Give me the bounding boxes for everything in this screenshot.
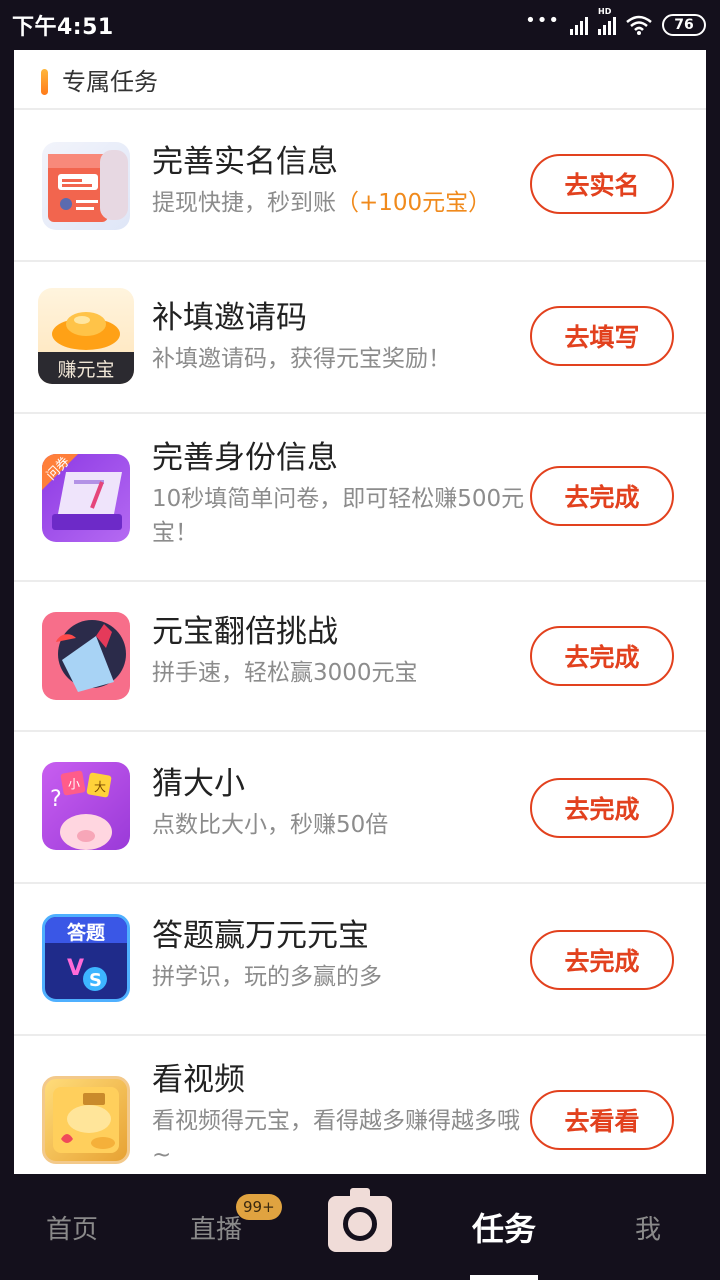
pig-dice-icon: ? 小 大 <box>42 762 130 850</box>
more-dots-icon: ••• <box>525 10 560 31</box>
task-bonus: （+100元宝） <box>336 190 492 216</box>
task-desc: 提现快捷，秒到账（+100元宝） <box>152 186 532 220</box>
section-title: 专属任务 <box>62 67 158 96</box>
task-desc: 点数比大小，秒赚50倍 <box>152 812 389 838</box>
nav-item-home[interactable]: 首页 <box>12 1174 132 1280</box>
id-card-icon <box>42 142 130 230</box>
quiz-vs-icon: V S 答题 <box>42 914 130 1002</box>
nav-item-live[interactable]: 直播 <box>156 1174 276 1280</box>
go-complete-guess-button[interactable]: 去完成 <box>530 778 674 838</box>
fruit-slice-icon <box>42 612 130 700</box>
task-desc: 拼学识，玩的多赢的多 <box>152 964 382 990</box>
task-title: 补填邀请码 <box>152 300 307 336</box>
go-real-name-button[interactable]: 去实名 <box>530 154 674 214</box>
task-item-video: 看视频 看视频得元宝，看得越多赚得越多哦~ 去看看 <box>14 1036 706 1174</box>
task-desc: 补填邀请码，获得元宝奖励！ <box>152 346 451 372</box>
task-title: 看视频 <box>152 1062 245 1098</box>
task-desc: 看视频得元宝，看得越多赚得越多哦~ <box>152 1108 520 1168</box>
icon-caption-small: 小 <box>68 777 81 791</box>
section-accent-bar <box>41 69 48 95</box>
task-item-guess-size: ? 小 大 猜大小 点数比大小，秒赚50倍 去完成 <box>14 732 706 884</box>
task-desc: 10秒填简单问卷，即可轻松赚500元宝！ <box>152 486 525 546</box>
task-text: 完善身份信息 10秒填简单问卷，即可轻松赚500元宝！ <box>152 438 532 550</box>
go-complete-quiz-button[interactable]: 去完成 <box>530 930 674 990</box>
task-item-invite-code: 赚元宝 补填邀请码 补填邀请码，获得元宝奖励！ 去填写 <box>14 262 706 414</box>
svg-text:V: V <box>67 956 84 981</box>
icon-caption-big: 大 <box>94 780 107 794</box>
task-desc-text: 提现快捷，秒到账 <box>152 190 336 216</box>
live-count-badge: 99+ <box>236 1194 282 1220</box>
task-title: 完善身份信息 <box>152 440 338 476</box>
go-watch-button[interactable]: 去看看 <box>530 1090 674 1150</box>
task-title: 答题赢万元元宝 <box>152 918 369 954</box>
camera-icon <box>343 1207 377 1241</box>
nav-item-tasks[interactable]: 任务 <box>444 1174 564 1280</box>
task-text: 答题赢万元元宝 拼学识，玩的多赢的多 <box>152 916 532 994</box>
section-header: 专属任务 <box>14 50 706 110</box>
nav-label: 我 <box>634 1214 661 1245</box>
task-title: 猜大小 <box>152 766 245 802</box>
svg-text:S: S <box>89 970 102 991</box>
nav-label: 任务 <box>471 1210 536 1248</box>
questionnaire-icon: 问券 <box>42 454 130 542</box>
active-tab-indicator <box>470 1275 538 1280</box>
task-text: 猜大小 点数比大小，秒赚50倍 <box>152 764 532 842</box>
gold-ingot-icon: 赚元宝 <box>38 288 134 384</box>
video-reward-icon <box>42 1076 130 1164</box>
nav-label: 直播 <box>189 1214 242 1245</box>
go-fill-button[interactable]: 去填写 <box>530 306 674 366</box>
task-title: 完善实名信息 <box>152 144 338 180</box>
nav-label: 首页 <box>45 1214 98 1245</box>
hd-label: HD <box>598 7 612 16</box>
go-complete-challenge-button[interactable]: 去完成 <box>530 626 674 686</box>
status-bar: 下午4:51 ••• HD 76 <box>0 0 720 50</box>
go-complete-identity-button[interactable]: 去完成 <box>530 466 674 526</box>
hd-signal-icon: HD <box>598 7 616 35</box>
task-desc: 拼手速，轻松赢3000元宝 <box>152 660 418 686</box>
task-title: 元宝翻倍挑战 <box>152 614 338 650</box>
nav-item-me[interactable]: 我 <box>588 1174 708 1280</box>
camera-button[interactable] <box>328 1188 392 1252</box>
task-text: 完善实名信息 提现快捷，秒到账（+100元宝） <box>152 142 532 220</box>
status-icons: ••• HD 76 <box>525 7 706 36</box>
status-time: 下午4:51 <box>12 15 114 40</box>
wifi-icon <box>626 15 652 35</box>
task-text: 看视频 看视频得元宝，看得越多赚得越多哦~ <box>152 1060 532 1172</box>
task-item-real-name: 完善实名信息 提现快捷，秒到账（+100元宝） 去实名 <box>14 110 706 262</box>
icon-caption: 赚元宝 <box>57 358 115 381</box>
svg-text:?: ? <box>50 787 62 812</box>
signal-icon <box>570 15 588 35</box>
task-item-quiz: V S 答题 答题赢万元元宝 拼学识，玩的多赢的多 去完成 <box>14 884 706 1036</box>
task-item-double-challenge: 元宝翻倍挑战 拼手速，轻松赢3000元宝 去完成 <box>14 582 706 732</box>
task-text: 补填邀请码 补填邀请码，获得元宝奖励！ <box>152 298 532 376</box>
battery-icon: 76 <box>662 14 706 36</box>
task-card: 专属任务 完善实名信息 提现快捷，秒到账（+100元宝） 去实名 赚元宝 补填邀… <box>14 50 706 1174</box>
battery-level: 76 <box>674 17 694 33</box>
task-item-identity: 问券 完善身份信息 10秒填简单问卷，即可轻松赚500元宝！ 去完成 <box>14 414 706 582</box>
task-text: 元宝翻倍挑战 拼手速，轻松赢3000元宝 <box>152 612 532 690</box>
icon-caption: 答题 <box>66 922 105 944</box>
